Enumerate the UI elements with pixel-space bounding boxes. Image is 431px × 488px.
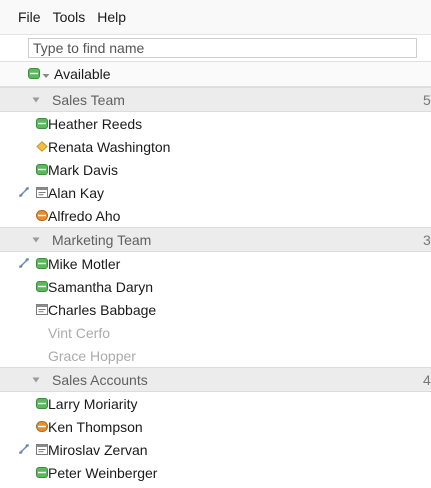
contact-name: Ken Thompson (48, 418, 143, 435)
contact-icons (0, 321, 48, 344)
contact-row[interactable]: Samantha Daryn (0, 275, 431, 298)
contact-icons (0, 298, 48, 321)
contact-icons (0, 112, 48, 135)
menu-file[interactable]: File (18, 9, 41, 25)
contact-row[interactable]: Ken Thompson (0, 415, 431, 438)
group-name: Marketing Team (52, 231, 152, 248)
contact-name: Miroslav Zervan (48, 441, 148, 458)
phone-call-icon (18, 257, 30, 269)
contact-name: Mark Davis (48, 161, 119, 178)
phone-call-icon (18, 443, 30, 455)
group-header[interactable]: Sales Team 5 (0, 87, 431, 112)
menu-help[interactable]: Help (97, 9, 126, 25)
available-icon (36, 467, 48, 478)
my-status-label: Available (54, 66, 111, 82)
contact-row[interactable]: Grace Hopper (0, 344, 431, 367)
contact-icons (0, 392, 48, 415)
collapse-arrow-icon[interactable] (32, 375, 42, 385)
contact-icons (0, 135, 48, 158)
available-icon (36, 398, 48, 409)
contact-name: Alan Kay (48, 184, 105, 201)
contact-icons (0, 275, 48, 298)
contact-name: Renata Washington (48, 138, 171, 155)
my-status-selector[interactable]: Available (0, 61, 431, 87)
contact-icons (0, 158, 48, 181)
in-meeting-icon (36, 187, 48, 198)
contact-row[interactable]: Peter Weinberger (0, 461, 431, 484)
contact-name: Charles Babbage (48, 301, 157, 318)
group-count: 3 (423, 231, 431, 248)
busy-icon (36, 421, 48, 432)
contact-row[interactable]: Larry Moriarity (0, 392, 431, 415)
contact-icons (0, 252, 48, 275)
available-icon (36, 258, 48, 269)
available-icon (36, 164, 48, 175)
group-name: Sales Accounts (52, 371, 148, 388)
busy-icon (36, 210, 48, 221)
group-name: Sales Team (52, 91, 125, 108)
contact-row[interactable]: Alan Kay (0, 181, 431, 204)
contact-name: Mike Motler (48, 255, 121, 272)
contact-name: Peter Weinberger (48, 464, 158, 481)
search-input[interactable] (28, 38, 417, 58)
phone-call-icon (18, 186, 30, 198)
contact-row[interactable]: Miroslav Zervan (0, 438, 431, 461)
contact-name: Grace Hopper (48, 347, 136, 364)
contact-icons (0, 204, 48, 227)
group-count: 4 (423, 371, 431, 388)
contact-groups: Sales Team 5 Heather Reeds Renata Washingto… (0, 87, 431, 484)
dropdown-arrow-icon[interactable] (42, 66, 50, 82)
contact-name: Samantha Daryn (48, 278, 154, 295)
contact-icons (0, 181, 48, 204)
search-bar (0, 35, 431, 61)
contact-name: Alfredo Aho (48, 207, 121, 224)
collapse-arrow-icon[interactable] (32, 95, 42, 105)
contact-row[interactable]: Renata Washington (0, 135, 431, 158)
available-icon (36, 281, 48, 292)
group-header[interactable]: Sales Accounts 4 (0, 367, 431, 392)
collapse-arrow-icon[interactable] (32, 235, 42, 245)
available-status-icon (28, 66, 40, 82)
contact-list-window: File Tools Help Available Sales Team 5 Hea… (0, 0, 431, 488)
group-count: 5 (423, 91, 431, 108)
contact-row[interactable]: Heather Reeds (0, 112, 431, 135)
contact-row[interactable]: Alfredo Aho (0, 204, 431, 227)
contact-name: Vint Cerfo (48, 324, 110, 341)
in-meeting-icon (36, 304, 48, 315)
in-meeting-icon (36, 444, 48, 455)
contact-icons (0, 461, 48, 484)
contact-icons (0, 438, 48, 461)
contact-row[interactable]: Charles Babbage (0, 298, 431, 321)
contact-row[interactable]: Mike Motler (0, 252, 431, 275)
available-icon (36, 118, 48, 129)
menu-tools[interactable]: Tools (53, 9, 86, 25)
contact-row[interactable]: Vint Cerfo (0, 321, 431, 344)
group-header[interactable]: Marketing Team 3 (0, 227, 431, 252)
contact-name: Larry Moriarity (48, 395, 138, 412)
contact-row[interactable]: Mark Davis (0, 158, 431, 181)
contact-name: Heather Reeds (48, 115, 143, 132)
contact-icons (0, 344, 48, 367)
contact-icons (0, 415, 48, 438)
menu-bar: File Tools Help (0, 0, 431, 35)
idle-diamond-icon (36, 141, 48, 152)
